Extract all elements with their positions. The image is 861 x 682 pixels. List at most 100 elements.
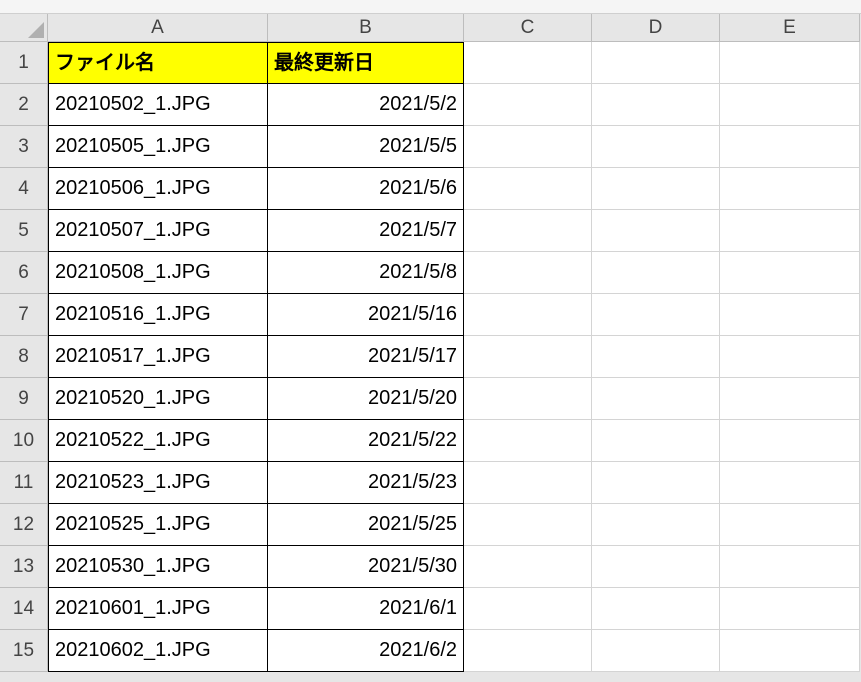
cell[interactable]	[720, 630, 860, 672]
cell-filename[interactable]: 20210530_1.JPG	[48, 546, 268, 588]
cell[interactable]	[464, 630, 592, 672]
cell[interactable]	[592, 252, 720, 294]
cell[interactable]	[464, 504, 592, 546]
row-header-12[interactable]: 12	[0, 504, 48, 546]
row-header-3[interactable]: 3	[0, 126, 48, 168]
cell[interactable]	[720, 126, 860, 168]
column-header-A[interactable]: A	[48, 14, 268, 42]
cell-date[interactable]: 2021/5/22	[268, 420, 464, 462]
cell[interactable]	[720, 504, 860, 546]
cell[interactable]	[720, 294, 860, 336]
cell[interactable]	[720, 168, 860, 210]
row-header-11[interactable]: 11	[0, 462, 48, 504]
cell-date[interactable]: 2021/5/25	[268, 504, 464, 546]
cell-date[interactable]: 2021/6/1	[268, 588, 464, 630]
cell[interactable]	[592, 42, 720, 84]
cell-grid: ファイル名最終更新日20210502_1.JPG2021/5/220210505…	[48, 42, 860, 672]
cell[interactable]	[592, 210, 720, 252]
cell-filename[interactable]: 20210508_1.JPG	[48, 252, 268, 294]
cell[interactable]	[464, 252, 592, 294]
cell[interactable]	[592, 168, 720, 210]
row-headers: 123456789101112131415	[0, 42, 48, 672]
select-all-corner[interactable]	[0, 14, 48, 42]
cell[interactable]	[464, 336, 592, 378]
cell[interactable]	[592, 462, 720, 504]
cell-filename[interactable]: 20210506_1.JPG	[48, 168, 268, 210]
cell-filename[interactable]: 20210525_1.JPG	[48, 504, 268, 546]
cell[interactable]	[464, 210, 592, 252]
cell-date[interactable]: 2021/6/2	[268, 630, 464, 672]
cell[interactable]	[464, 42, 592, 84]
cell-date[interactable]: 2021/5/16	[268, 294, 464, 336]
cell[interactable]	[720, 420, 860, 462]
cell-filename[interactable]: 20210516_1.JPG	[48, 294, 268, 336]
cell-filename[interactable]: 20210502_1.JPG	[48, 84, 268, 126]
cell[interactable]	[592, 546, 720, 588]
cell-date[interactable]: 2021/5/7	[268, 210, 464, 252]
cell-filename[interactable]: 20210507_1.JPG	[48, 210, 268, 252]
row-header-4[interactable]: 4	[0, 168, 48, 210]
column-headers: ABCDE	[48, 14, 860, 42]
cell[interactable]	[464, 126, 592, 168]
column-header-E[interactable]: E	[720, 14, 860, 42]
cell-date[interactable]: 2021/5/20	[268, 378, 464, 420]
cell[interactable]	[592, 588, 720, 630]
column-header-C[interactable]: C	[464, 14, 592, 42]
cell[interactable]	[720, 42, 860, 84]
cell[interactable]	[464, 168, 592, 210]
row-header-9[interactable]: 9	[0, 378, 48, 420]
cell[interactable]	[720, 210, 860, 252]
cell-date[interactable]: 2021/5/30	[268, 546, 464, 588]
row-header-10[interactable]: 10	[0, 420, 48, 462]
row-header-5[interactable]: 5	[0, 210, 48, 252]
cell-date[interactable]: 2021/5/5	[268, 126, 464, 168]
cell-date[interactable]: 2021/5/6	[268, 168, 464, 210]
cell[interactable]	[720, 84, 860, 126]
cell[interactable]	[720, 546, 860, 588]
cell-date[interactable]: 2021/5/23	[268, 462, 464, 504]
cell[interactable]	[464, 294, 592, 336]
cell-filename[interactable]: 20210520_1.JPG	[48, 378, 268, 420]
row-header-2[interactable]: 2	[0, 84, 48, 126]
row-header-6[interactable]: 6	[0, 252, 48, 294]
cell[interactable]	[592, 630, 720, 672]
row-header-1[interactable]: 1	[0, 42, 48, 84]
cell[interactable]	[592, 126, 720, 168]
cell[interactable]	[592, 336, 720, 378]
cell[interactable]	[720, 588, 860, 630]
cell-filename[interactable]: 20210505_1.JPG	[48, 126, 268, 168]
cell-date[interactable]: 2021/5/2	[268, 84, 464, 126]
cell[interactable]	[592, 84, 720, 126]
cell[interactable]	[464, 420, 592, 462]
cell-date[interactable]: 2021/5/8	[268, 252, 464, 294]
cell[interactable]	[720, 252, 860, 294]
row-header-15[interactable]: 15	[0, 630, 48, 672]
cell-filename[interactable]: 20210517_1.JPG	[48, 336, 268, 378]
cell[interactable]	[592, 504, 720, 546]
row-header-13[interactable]: 13	[0, 546, 48, 588]
header-cell-filename[interactable]: ファイル名	[48, 42, 268, 84]
cell[interactable]	[464, 546, 592, 588]
formula-bar-strip	[0, 0, 861, 14]
column-header-B[interactable]: B	[268, 14, 464, 42]
row-header-14[interactable]: 14	[0, 588, 48, 630]
cell[interactable]	[464, 378, 592, 420]
cell[interactable]	[464, 462, 592, 504]
cell-filename[interactable]: 20210602_1.JPG	[48, 630, 268, 672]
cell[interactable]	[720, 336, 860, 378]
cell[interactable]	[592, 420, 720, 462]
cell-filename[interactable]: 20210522_1.JPG	[48, 420, 268, 462]
cell[interactable]	[592, 294, 720, 336]
cell[interactable]	[720, 462, 860, 504]
cell[interactable]	[720, 378, 860, 420]
cell[interactable]	[464, 588, 592, 630]
column-header-D[interactable]: D	[592, 14, 720, 42]
cell[interactable]	[592, 378, 720, 420]
row-header-8[interactable]: 8	[0, 336, 48, 378]
cell-date[interactable]: 2021/5/17	[268, 336, 464, 378]
header-cell-date[interactable]: 最終更新日	[268, 42, 464, 84]
row-header-7[interactable]: 7	[0, 294, 48, 336]
cell-filename[interactable]: 20210523_1.JPG	[48, 462, 268, 504]
cell[interactable]	[464, 84, 592, 126]
cell-filename[interactable]: 20210601_1.JPG	[48, 588, 268, 630]
